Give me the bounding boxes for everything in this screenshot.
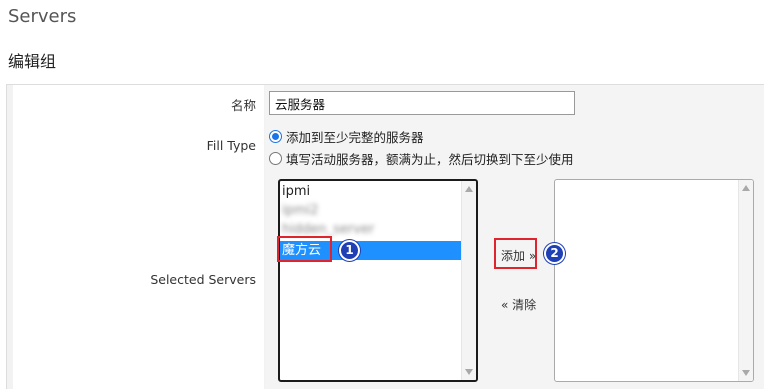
available-servers-list[interactable]: ipmi ipmi2 hidden_server 魔方云 [278,179,478,382]
radio-checked-icon[interactable] [269,130,282,143]
fill-type-option-2-label: 填写活动服务器，额满为止，然后切换到下至少使用 [286,152,574,167]
scroll-down-icon[interactable] [465,369,473,375]
value-column: 添加到至少完整的服务器 填写活动服务器，额满为止，然后切换到下至少使用 ipmi… [265,85,764,389]
edit-group-form: 名称 Fill Type Selected Servers 添加到至少完整的服务… [6,84,764,389]
name-label: 名称 [230,98,256,113]
scrollbar[interactable] [461,181,476,380]
add-button[interactable]: 添加 » [501,247,536,265]
step-2-badge: 2 [544,243,565,264]
scroll-up-icon[interactable] [465,186,473,192]
fill-type-option-1[interactable]: 添加到至少完整的服务器 [269,127,424,146]
scrollbar[interactable] [738,180,753,381]
step-1-badge: 1 [339,240,360,261]
scroll-up-icon[interactable] [742,185,750,191]
fill-type-label: Fill Type [206,138,256,153]
page: Servers 编辑组 名称 Fill Type Selected Server… [0,0,764,389]
page-title: Servers [8,6,77,27]
section-title: 编辑组 [8,52,57,71]
fill-type-option-2[interactable]: 填写活动服务器，额满为止，然后切换到下至少使用 [269,149,574,168]
fill-type-option-1-label: 添加到至少完整的服务器 [286,130,424,145]
label-column: 名称 Fill Type Selected Servers [13,85,264,389]
selected-servers-list[interactable] [554,179,754,382]
scroll-down-icon[interactable] [742,370,750,376]
clear-button[interactable]: « 清除 [501,296,536,314]
list-item[interactable]: ipmi2 [280,201,462,220]
group-name-input[interactable] [269,91,575,115]
selected-servers-label: Selected Servers [150,272,256,287]
radio-unchecked-icon[interactable] [269,152,282,165]
list-item-selected[interactable]: 魔方云 [280,241,462,260]
list-item[interactable]: ipmi [280,182,462,201]
list-item[interactable]: hidden_server [280,220,462,239]
